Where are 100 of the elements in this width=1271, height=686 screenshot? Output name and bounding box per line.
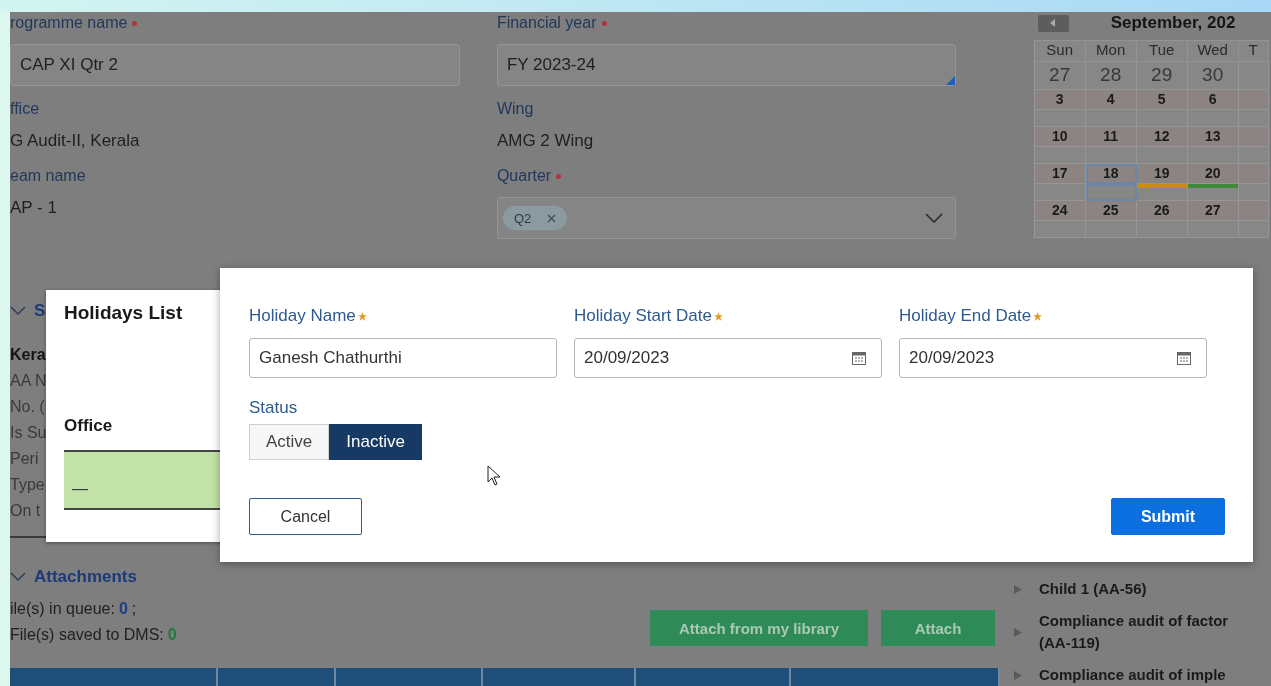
- detail-text: No. (: [10, 397, 45, 418]
- field-value: AP - 1: [10, 198, 58, 219]
- calendar-day[interactable]: 27: [1034, 62, 1086, 90]
- calendar-cell[interactable]: [1034, 110, 1086, 127]
- weekday-label: Mon: [1085, 40, 1137, 62]
- calendar-cell[interactable]: [1238, 110, 1269, 127]
- expand-icon[interactable]: [1014, 670, 1022, 680]
- text-field[interactable]: FY 2023-24: [496, 44, 956, 86]
- event-bar[interactable]: [1187, 184, 1238, 188]
- calendar-cell[interactable]: [1238, 184, 1269, 201]
- field-label: Holiday Name: [249, 306, 557, 330]
- field-label: rogramme name: [10, 12, 460, 34]
- expand-icon[interactable]: [1014, 627, 1022, 637]
- separator-text: ;: [131, 599, 137, 619]
- column-header: Office: [64, 416, 114, 436]
- calendar-cell[interactable]: [1136, 147, 1188, 164]
- previous-month-button[interactable]: [1037, 14, 1069, 32]
- tree-item[interactable]: Compliance audit of imple: [1039, 664, 1226, 686]
- resize-corner-icon[interactable]: [945, 76, 955, 85]
- calendar-cell[interactable]: [1034, 147, 1086, 164]
- calendar-day[interactable]: 17: [1034, 164, 1086, 184]
- calendar-day[interactable]: 4: [1085, 90, 1137, 110]
- calendar-title: September, 202: [1110, 13, 1236, 33]
- calendar-day[interactable]: [1238, 62, 1269, 90]
- section-title[interactable]: Attachments: [34, 567, 137, 587]
- text-field[interactable]: CAP XI Qtr 2: [10, 44, 460, 86]
- calendar-day[interactable]: 26: [1136, 201, 1188, 221]
- cursor-icon: [487, 465, 501, 487]
- event-bar[interactable]: [1136, 184, 1187, 188]
- field-label: Status: [249, 398, 299, 419]
- text-field[interactable]: Ganesh Chathurthi: [249, 338, 557, 378]
- calendar-cell[interactable]: [1136, 221, 1188, 238]
- calendar-day[interactable]: 11: [1085, 127, 1137, 147]
- detail-text: AA N: [10, 371, 47, 392]
- calendar-day[interactable]: 3: [1034, 90, 1086, 110]
- calendar-icon[interactable]: [851, 350, 867, 366]
- calendar-day[interactable]: 24: [1034, 201, 1086, 221]
- calendar-cell[interactable]: [1187, 184, 1239, 201]
- select-field[interactable]: Q2: [496, 197, 956, 239]
- calendar-day[interactable]: 18: [1085, 164, 1137, 184]
- calendar-cell[interactable]: [1034, 221, 1086, 238]
- weekday-label: T: [1238, 40, 1269, 62]
- counter-label: ile(s) in queue:: [10, 599, 115, 619]
- field-label: Holiday End Date: [899, 306, 1207, 330]
- calendar-cell[interactable]: [1187, 221, 1239, 238]
- weekday-label: Wed: [1187, 40, 1239, 62]
- calendar-day[interactable]: [1238, 127, 1269, 147]
- cancel-button[interactable]: Cancel: [249, 498, 362, 535]
- close-icon[interactable]: [547, 213, 557, 223]
- calendar-day[interactable]: 27: [1187, 201, 1239, 221]
- chevron-icon[interactable]: [10, 306, 26, 317]
- chip[interactable]: Q2: [502, 206, 568, 230]
- calendar-day[interactable]: 5: [1136, 90, 1188, 110]
- detail-text: Type: [10, 475, 45, 496]
- calendar-day[interactable]: 30: [1187, 62, 1239, 90]
- tree-item[interactable]: Compliance audit of factor (AA-119): [1039, 610, 1229, 654]
- status-option[interactable]: Inactive: [329, 424, 422, 460]
- field-label: ffice: [10, 99, 41, 119]
- weekday-label: Tue: [1136, 40, 1188, 62]
- calendar-day[interactable]: [1238, 201, 1269, 221]
- calendar-day[interactable]: [1238, 90, 1269, 110]
- calendar-cell[interactable]: [1136, 184, 1188, 201]
- chevron-icon[interactable]: [924, 213, 943, 223]
- detail-text: On t: [10, 501, 41, 522]
- field-value: G Audit-II, Kerala: [10, 131, 141, 152]
- status-option[interactable]: Active: [249, 424, 330, 460]
- calendar-day[interactable]: 28: [1085, 62, 1137, 90]
- calendar-day[interactable]: 29: [1136, 62, 1188, 90]
- dialog-title: Holidays List: [64, 302, 184, 324]
- field-label: Quarter: [496, 165, 956, 187]
- detail-text: Peri: [10, 449, 39, 470]
- calendar-day[interactable]: 20: [1187, 164, 1239, 184]
- calendar-icon[interactable]: [1176, 350, 1192, 366]
- calendar-day[interactable]: 25: [1085, 201, 1137, 221]
- field-label: Holiday Start Date: [574, 306, 882, 330]
- chevron-icon[interactable]: [10, 572, 26, 582]
- counter-label: File(s) saved to DMS:: [10, 625, 164, 645]
- calendar-cell[interactable]: [1085, 147, 1137, 164]
- field-label: eam name: [10, 166, 87, 186]
- calendar-day[interactable]: [1238, 164, 1269, 184]
- calendar-day[interactable]: 19: [1136, 164, 1188, 184]
- section-title[interactable]: S: [34, 301, 46, 322]
- calendar-cell[interactable]: [1085, 184, 1137, 201]
- calendar-day[interactable]: 6: [1187, 90, 1239, 110]
- calendar-cell[interactable]: [1238, 221, 1269, 238]
- calendar-cell[interactable]: [1034, 184, 1086, 201]
- expand-icon[interactable]: [1014, 584, 1022, 594]
- calendar-day[interactable]: 12: [1136, 127, 1188, 147]
- counter-value: 0: [118, 599, 128, 619]
- date-field[interactable]: 20/09/2023: [574, 338, 882, 378]
- field-label: Wing: [496, 99, 535, 119]
- detail-text: Is Su: [10, 423, 47, 444]
- detail-text: Kera: [10, 345, 46, 366]
- calendar-day[interactable]: 10: [1034, 127, 1086, 147]
- calendar-cell[interactable]: [1085, 221, 1137, 238]
- tree-item[interactable]: Child 1 (AA-56): [1039, 578, 1147, 600]
- submit-button[interactable]: Submit: [1111, 498, 1225, 535]
- calendar-day[interactable]: 13: [1187, 127, 1239, 147]
- calendar-cell[interactable]: [1238, 147, 1269, 164]
- date-field[interactable]: 20/09/2023: [899, 338, 1207, 378]
